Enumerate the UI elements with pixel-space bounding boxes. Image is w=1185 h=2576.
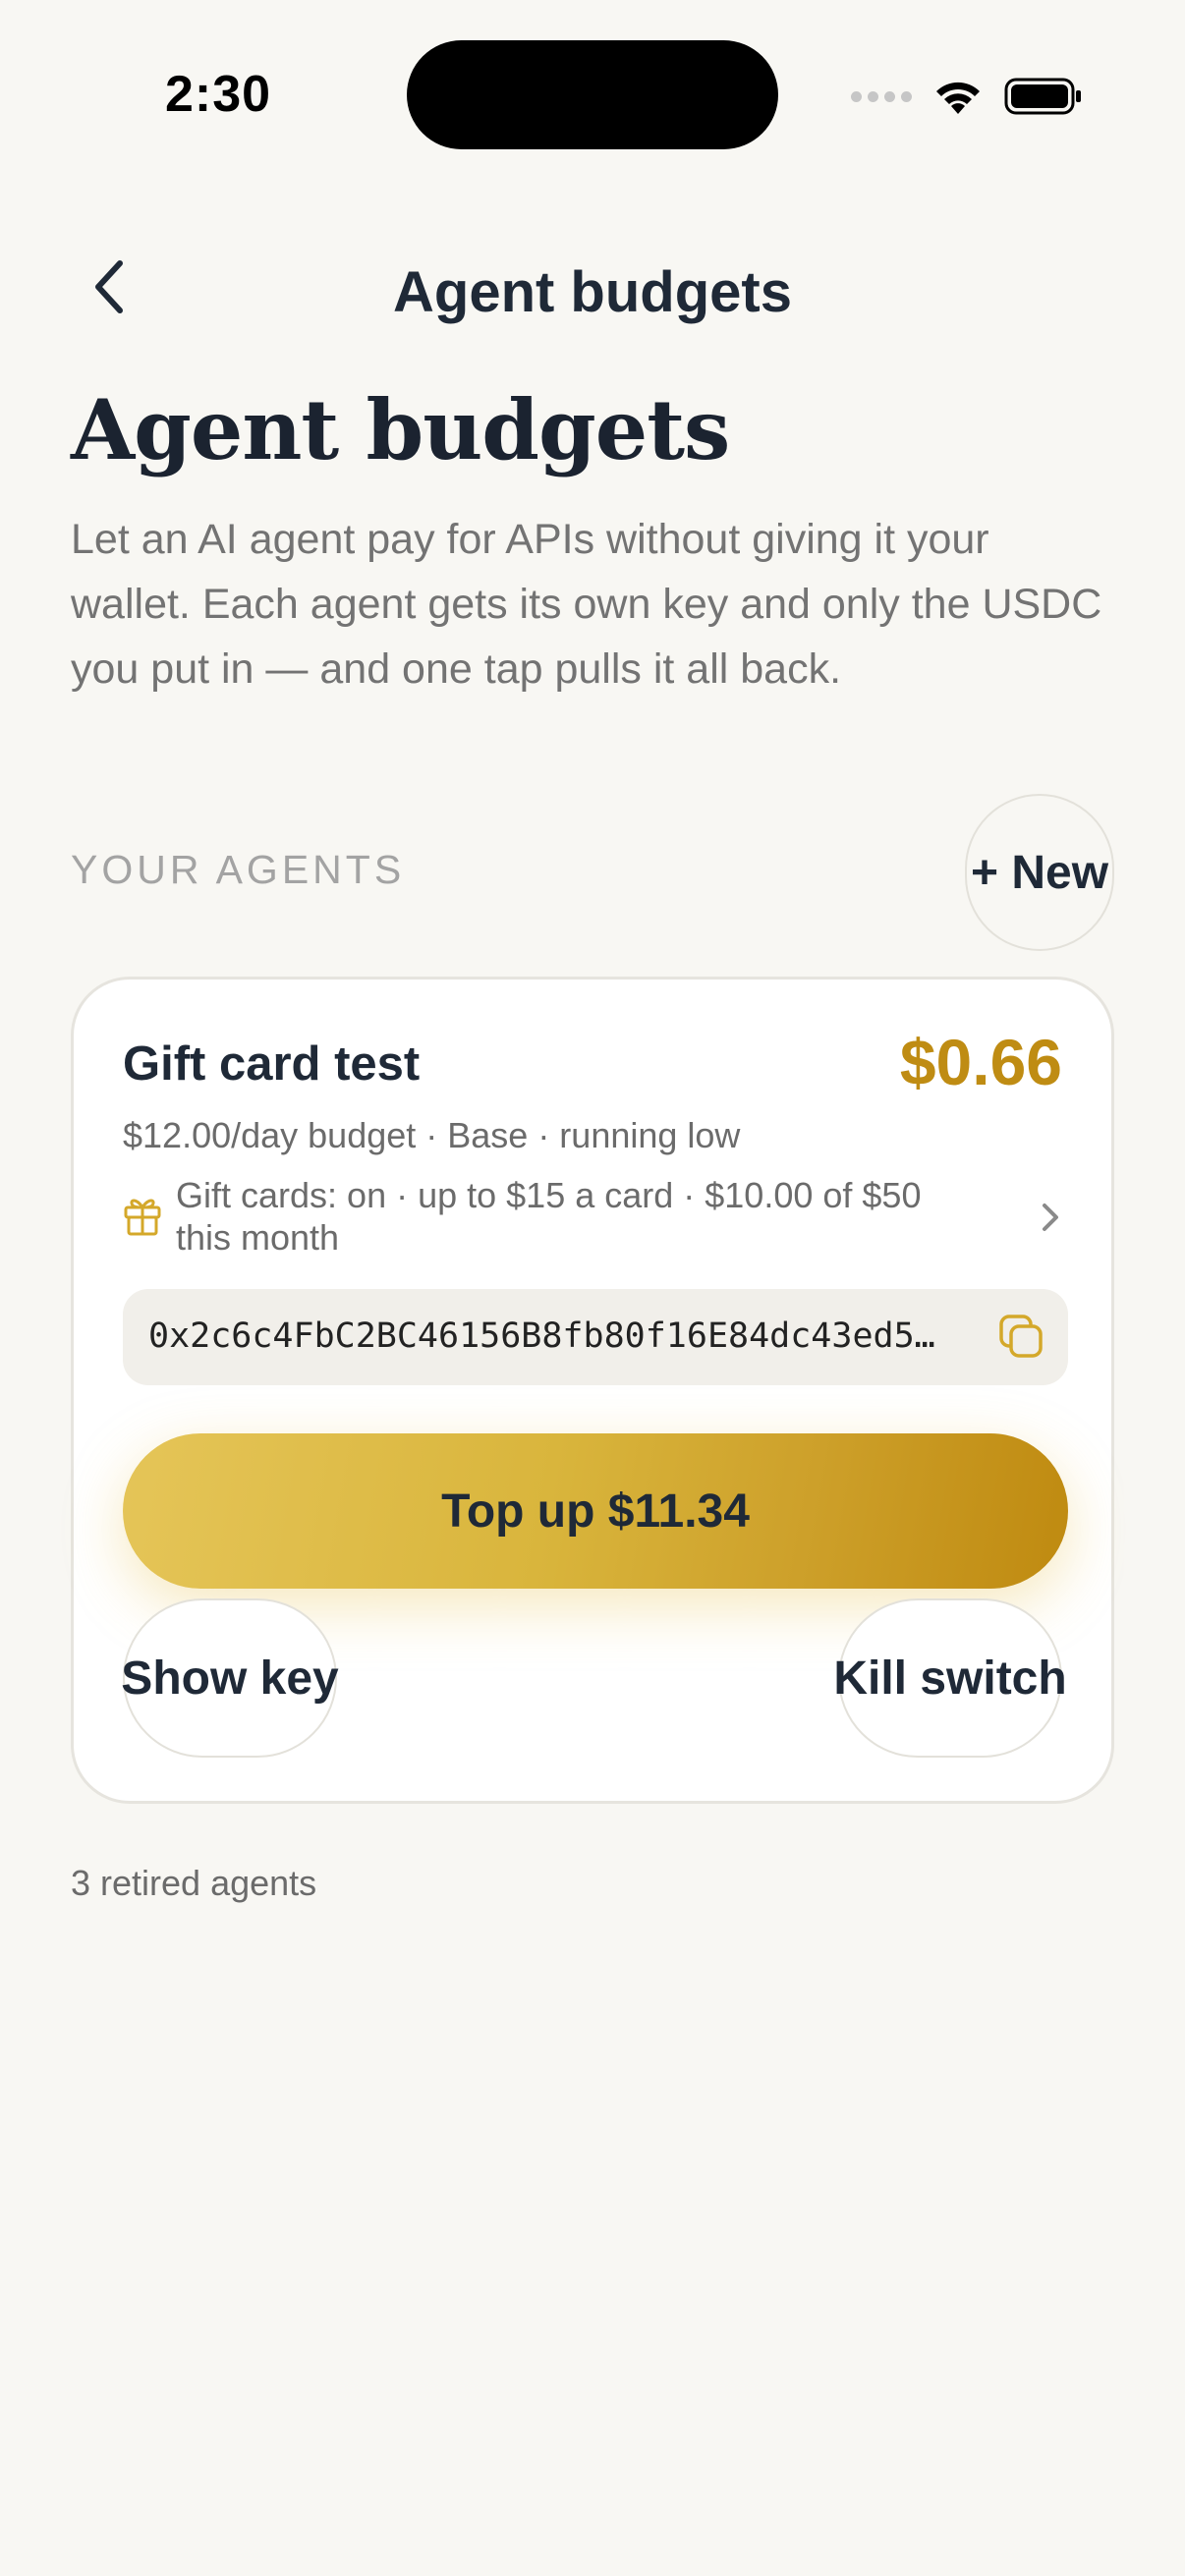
gift-icon [124,1199,161,1236]
gift-cards-row[interactable]: Gift cards: on · up to $15 a card · $10.… [123,1174,1068,1262]
cellular-signal-icon [851,90,912,102]
section-label-your-agents: YOUR AGENTS [71,847,406,892]
dynamic-island [407,40,778,149]
top-up-button[interactable]: Top up $11.34 [123,1433,1068,1589]
copy-icon[interactable] [997,1313,1044,1360]
chevron-right-icon [1043,1204,1058,1231]
new-agent-button[interactable]: + New [965,794,1114,951]
page-description: Let an AI agent pay for APIs without giv… [71,516,1102,693]
gift-cards-status: Gift cards: on · up to $15 a card · $10.… [176,1175,922,1258]
retired-agents-link[interactable]: 3 retired agents [71,1863,316,1904]
agent-card: Gift card test $0.66 $12.00/day budget ·… [71,977,1114,1804]
agent-key-address: 0x2c6c4FbC2BC46156B8fb80f16E84dc43ed5… [148,1316,935,1356]
nav-title: Agent budgets [393,260,792,324]
wifi-icon [936,82,980,114]
agent-budget-meta: $12.00/day budget · Base · running low [123,1115,741,1155]
kill-switch-button[interactable]: Kill switch [833,1598,1067,1758]
battery-icon [1004,78,1081,115]
status-time: 2:30 [165,66,272,123]
agent-key-box: 0x2c6c4FbC2BC46156B8fb80f16E84dc43ed5… [123,1289,1068,1385]
agent-balance: $0.66 [899,1026,1062,1098]
status-icons [851,71,1083,122]
status-bar: 2:30 [0,0,1185,187]
agent-name: Gift card test [123,1037,421,1091]
show-key-button[interactable]: Show key [121,1598,339,1758]
page-title: Agent budgets [71,381,730,478]
